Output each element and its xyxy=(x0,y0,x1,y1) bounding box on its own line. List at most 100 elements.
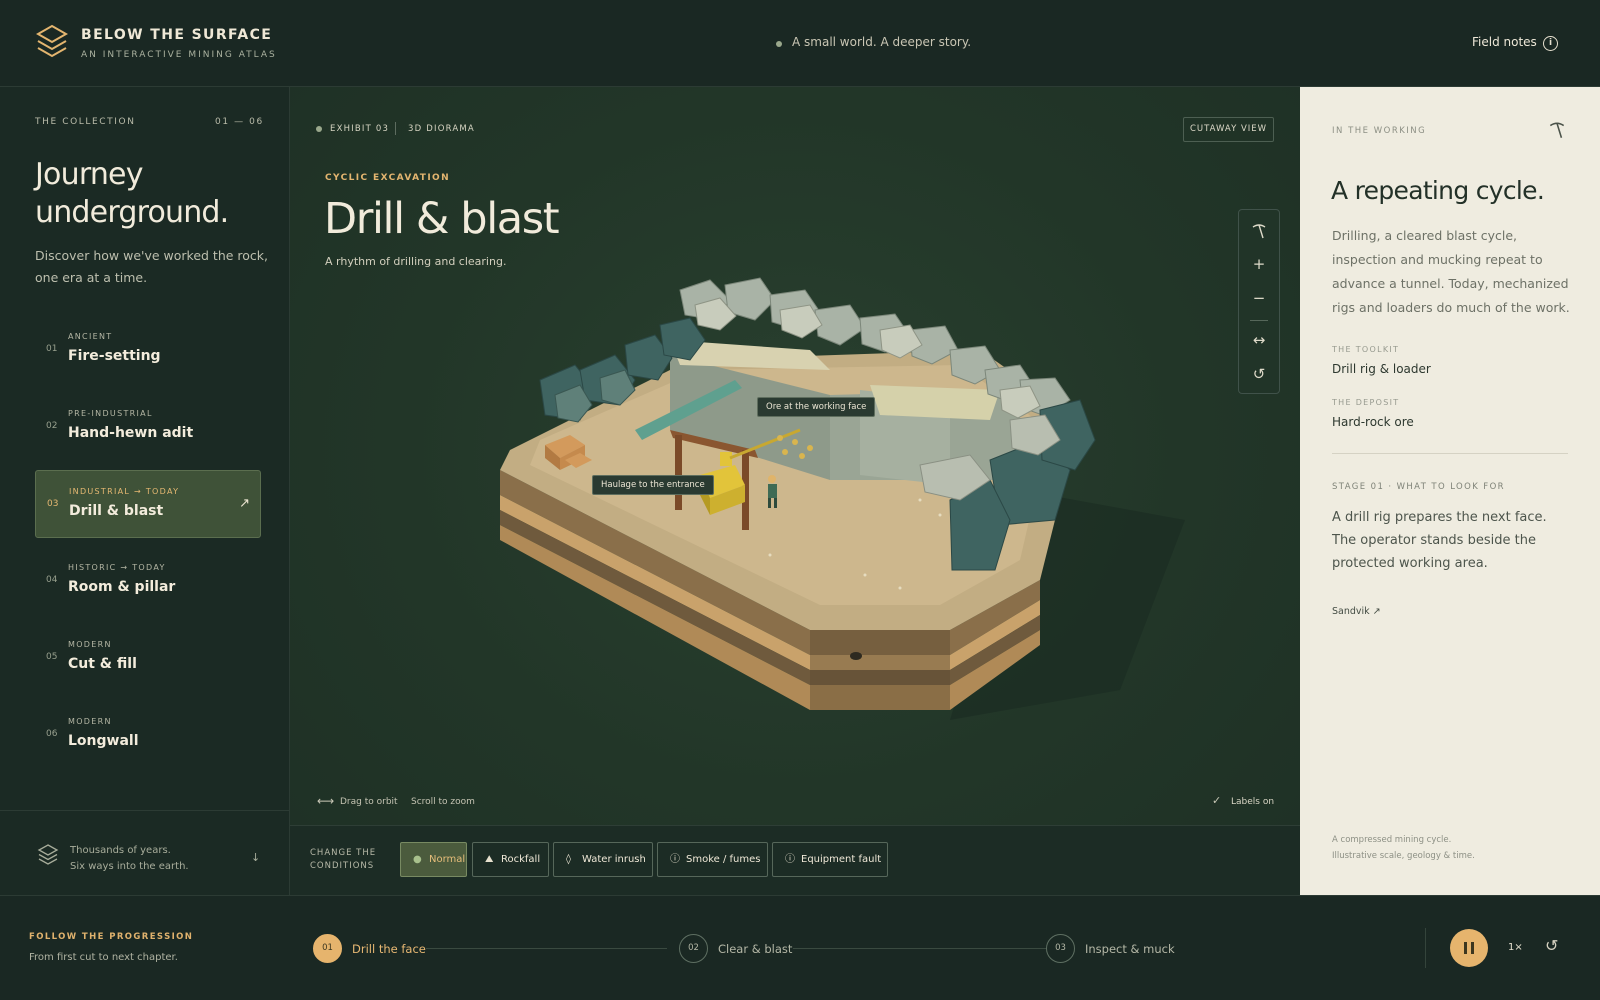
source-link[interactable]: Sandvik ↗ xyxy=(1332,606,1381,617)
era-item-cut-and-fill[interactable]: 05 MODERN Cut & fill xyxy=(35,624,261,692)
pause-icon xyxy=(1471,942,1474,954)
exhibit-title: Drill & blast xyxy=(324,194,560,244)
condition-label: Water inrush xyxy=(582,854,646,865)
brand-subtitle: AN INTERACTIVE MINING ATLAS xyxy=(81,50,277,60)
step-3-button[interactable]: 03 xyxy=(1046,934,1075,963)
cutaway-view-button[interactable]: CUTAWAY VIEW xyxy=(1183,117,1274,142)
zoom-hint: Scroll to zoom xyxy=(411,797,475,807)
layers-logo-icon xyxy=(36,24,68,58)
era-number: 05 xyxy=(46,652,58,662)
note-line: Illustrative scale, geology & time. xyxy=(1332,851,1475,861)
arrow-up-right-icon: ↗ xyxy=(239,496,250,511)
footer-line: Six ways into the earth. xyxy=(70,861,189,872)
pickaxe-icon[interactable] xyxy=(1239,214,1279,247)
step-3-label[interactable]: Inspect & muck xyxy=(1085,942,1175,956)
panel-divider xyxy=(1332,453,1568,454)
sidebar-divider xyxy=(0,810,289,811)
condition-rockfall-button[interactable]: ⛰ Rockfall xyxy=(472,842,549,877)
sidebar-description: Discover how we've worked the rock, one … xyxy=(35,248,268,285)
progression-label: FOLLOW THE PROGRESSION xyxy=(29,932,194,942)
reset-icon[interactable]: ↺ xyxy=(1239,358,1279,391)
condition-label: Equipment fault xyxy=(801,854,882,865)
toolbar-separator xyxy=(1250,320,1268,321)
field-notes-link[interactable]: Field notes xyxy=(1472,35,1537,49)
pause-icon xyxy=(1464,942,1467,954)
era-kicker: MODERN xyxy=(68,717,112,726)
deposit-label: THE DEPOSIT xyxy=(1332,398,1400,407)
playback-speed[interactable]: 1× xyxy=(1508,942,1523,953)
condition-smoke-button[interactable]: ⓘ Smoke / fumes xyxy=(657,842,768,877)
note-line: A compressed mining cycle. xyxy=(1332,835,1452,845)
era-kicker: INDUSTRIAL → TODAY xyxy=(69,487,180,496)
exhibit-separator xyxy=(395,122,396,135)
era-kicker: MODERN xyxy=(68,640,112,649)
controls-separator xyxy=(1425,928,1426,968)
era-number: 01 xyxy=(46,344,58,354)
tagline-dot-icon xyxy=(776,41,782,47)
condition-label: Smoke / fumes xyxy=(686,854,761,865)
step-2-label[interactable]: Clear & blast xyxy=(718,942,792,956)
condition-water-inrush-button[interactable]: ◊ Water inrush xyxy=(553,842,653,877)
stage-description: A drill rig prepares the next face. The … xyxy=(1332,510,1547,571)
conditions-label-line: CHANGE THE xyxy=(310,848,377,858)
stage-label: STAGE 01 · WHAT TO LOOK FOR xyxy=(1332,482,1505,492)
brand-title[interactable]: BELOW THE SURFACE xyxy=(81,27,272,43)
scene-label-haulage[interactable]: Haulage to the entrance xyxy=(592,475,714,495)
layers-icon xyxy=(37,844,59,865)
exhibit-dot-icon xyxy=(316,126,322,132)
era-item-hand-hewn-adit[interactable]: 02 PRE-INDUSTRIAL Hand-hewn adit xyxy=(35,393,261,461)
mountain-icon: ⛰ xyxy=(485,854,494,865)
info-icon: ⓘ xyxy=(785,854,795,865)
info-icon: ⓘ xyxy=(670,854,680,865)
collection-label: THE COLLECTION xyxy=(35,117,136,127)
zoom-in-icon[interactable]: + xyxy=(1239,248,1279,281)
toolkit-label: THE TOOLKIT xyxy=(1332,345,1400,354)
viewer-toolbar: + − ↔ ↺ xyxy=(1238,209,1280,394)
step-connector xyxy=(426,948,667,949)
step-1-button[interactable]: 01 xyxy=(313,934,342,963)
era-item-longwall[interactable]: 06 MODERN Longwall xyxy=(35,701,261,769)
step-1-label[interactable]: Drill the face xyxy=(352,942,426,956)
orbit-icon[interactable]: ↔ xyxy=(1239,324,1279,357)
step-connector xyxy=(793,948,1046,949)
era-name: Room & pillar xyxy=(68,579,176,595)
era-item-room-and-pillar[interactable]: 04 HISTORIC → TODAY Room & pillar xyxy=(35,547,261,615)
restart-icon[interactable]: ↺ xyxy=(1545,936,1558,955)
orbit-hint: Drag to orbit xyxy=(340,797,398,807)
pickaxe-icon xyxy=(1549,122,1565,139)
condition-equipment-fault-button[interactable]: ⓘ Equipment fault xyxy=(772,842,888,877)
condition-label: Normal xyxy=(429,854,466,865)
era-name: Hand-hewn adit xyxy=(68,425,194,441)
pause-button[interactable] xyxy=(1450,929,1488,967)
exhibit-type: 3D DIORAMA xyxy=(408,124,475,134)
progression-subtitle: From first cut to next chapter. xyxy=(29,952,178,963)
era-name: Drill & blast xyxy=(69,503,164,519)
deposit-value: Hard-rock ore xyxy=(1332,415,1414,429)
sidebar-heading: Journey underground. xyxy=(35,157,229,230)
era-item-fire-setting[interactable]: 01 ANCIENT Fire-setting xyxy=(35,316,261,384)
condition-normal-button[interactable]: ● Normal xyxy=(400,842,467,877)
mining-diorama-illustration[interactable] xyxy=(480,270,1220,740)
exhibit-kicker: CYCLIC EXCAVATION xyxy=(325,173,451,183)
era-kicker: ANCIENT xyxy=(68,332,113,341)
step-2-button[interactable]: 02 xyxy=(679,934,708,963)
labels-toggle[interactable]: Labels on xyxy=(1231,797,1274,807)
scene-label-ore[interactable]: Ore at the working face xyxy=(757,397,876,417)
dot-icon: ● xyxy=(413,854,422,865)
footer-line: Thousands of years. xyxy=(70,845,171,856)
tagline: A small world. A deeper story. xyxy=(792,35,972,49)
zoom-out-icon[interactable]: − xyxy=(1239,282,1279,315)
panel-description: Drilling, a cleared blast cycle, inspect… xyxy=(1332,228,1570,315)
era-item-drill-and-blast[interactable]: 03 INDUSTRIAL → TODAY Drill & blast ↗ xyxy=(35,470,261,538)
panel-note: A compressed mining cycle. Illustrative … xyxy=(1332,832,1532,864)
orbit-hint-icon: ⟷ xyxy=(317,794,335,808)
toolkit-value: Drill rig & loader xyxy=(1332,362,1431,376)
era-name: Cut & fill xyxy=(68,656,137,672)
arrow-down-icon[interactable]: ↓ xyxy=(251,851,260,864)
exhibit-subtitle: A rhythm of drilling and clearing. xyxy=(325,255,507,268)
panel-label: IN THE WORKING xyxy=(1332,126,1427,136)
era-number: 06 xyxy=(46,729,58,739)
info-icon[interactable]: i xyxy=(1543,36,1558,51)
era-name: Fire-setting xyxy=(68,348,161,364)
checkmark-icon[interactable]: ✓ xyxy=(1212,794,1221,807)
